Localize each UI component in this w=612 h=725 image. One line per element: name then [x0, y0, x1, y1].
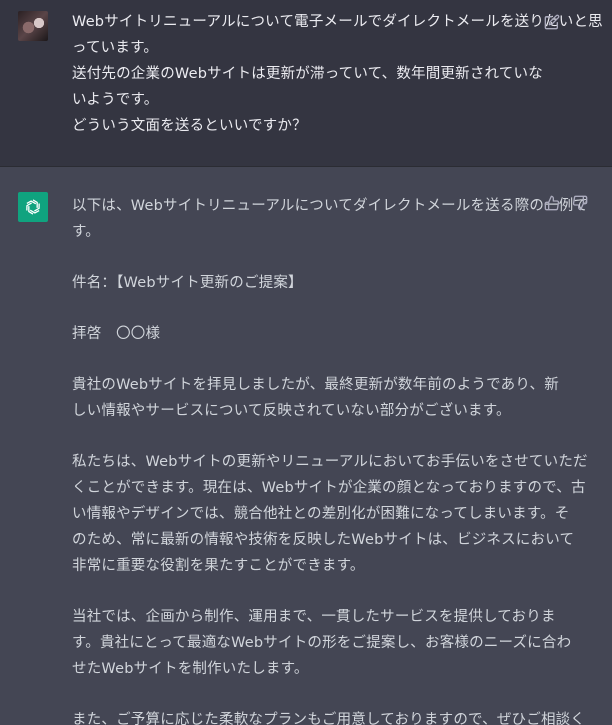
assistant-line: い情報やデザインでは、競合他社との差別化が困難になってしまいます。そ: [72, 506, 570, 522]
user-avatar: [18, 11, 48, 41]
assistant-message-text: 以下は、Webサイトリニューアルについてダイレクトメールを送る際の一例で す。 …: [72, 193, 589, 725]
assistant-line: のため、常に最新の情報や技術を反映したWebサイトは、ビジネスにおいて: [72, 532, 575, 548]
assistant-line: 貴社のWebサイトを拝見しましたが、最終更新が数年前のようであり、新: [72, 377, 559, 393]
assistant-line: 以下は、Webサイトリニューアルについてダイレクトメールを送る際の一例で: [72, 198, 589, 214]
assistant-line: 非常に重要な役割を果たすことができます。: [72, 558, 365, 574]
assistant-line: せたWebサイトを制作いたします。: [72, 661, 309, 677]
assistant-paragraph: また、ご予算に応じた柔軟なプランもご用意しておりますので、ぜひご相談く: [72, 707, 586, 725]
thumbs-up-icon[interactable]: [543, 194, 561, 212]
assistant-paragraph: 私たちは、Webサイトの更新やリニューアルにおいてお手伝いをさせていただ くこと…: [72, 449, 588, 579]
user-message-text: Webサイトリニューアルについて電子メールでダイレクトメールを送りたいと思 って…: [72, 9, 603, 139]
assistant-line: す。貴社にとって最適なWebサイトの形をご提案し、お客様のニーズに合わ: [72, 635, 572, 651]
user-message-row: Webサイトリニューアルについて電子メールでダイレクトメールを送りたいと思 って…: [0, 0, 612, 167]
assistant-line: 件名：【Webサイト更新のご提案】: [72, 275, 303, 291]
assistant-line: 私たちは、Webサイトの更新やリニューアルにおいてお手伝いをさせていただ: [72, 454, 588, 470]
assistant-paragraph: 以下は、Webサイトリニューアルについてダイレクトメールを送る際の一例で す。: [72, 193, 589, 245]
openai-logo-icon: [18, 192, 48, 222]
chat-page: Webサイトリニューアルについて電子メールでダイレクトメールを送りたいと思 って…: [0, 0, 612, 725]
assistant-line: す。: [72, 224, 100, 240]
thumbs-down-icon[interactable]: [571, 194, 589, 212]
assistant-paragraph: 貴社のWebサイトを拝見しましたが、最終更新が数年前のようであり、新 しい情報や…: [72, 372, 559, 424]
assistant-line: くことができます。現在は、Webサイトが企業の顔となっておりますので、古: [72, 480, 586, 496]
assistant-line: しい情報やサービスについて反映されていない部分がございます。: [72, 403, 511, 419]
user-message-line: Webサイトリニューアルについて電子メールでダイレクトメールを送りたいと思: [72, 14, 603, 30]
user-message-line: 送付先の企業のWebサイトは更新が滞っていて、数年間更新されていな: [72, 66, 543, 82]
edit-icon[interactable]: [543, 13, 561, 31]
user-message-line: っています。: [72, 40, 159, 56]
assistant-paragraph: 件名：【Webサイト更新のご提案】: [72, 270, 532, 296]
assistant-message-row: 以下は、Webサイトリニューアルについてダイレクトメールを送る際の一例で す。 …: [0, 167, 612, 725]
user-message-line: いようです。: [72, 92, 159, 108]
assistant-line: また、ご予算に応じた柔軟なプランもご用意しておりますので、ぜひご相談く: [72, 712, 586, 725]
assistant-line: 当社では、企画から制作、運用まで、一貫したサービスを提供しておりま: [72, 609, 556, 625]
assistant-line: 拝啓 〇〇様: [72, 326, 161, 342]
assistant-paragraph: 当社では、企画から制作、運用まで、一貫したサービスを提供しておりま す。貴社にと…: [72, 604, 572, 682]
assistant-paragraph: 拝啓 〇〇様: [72, 321, 532, 347]
user-message-line: どういう文面を送るといいですか？: [72, 118, 307, 134]
